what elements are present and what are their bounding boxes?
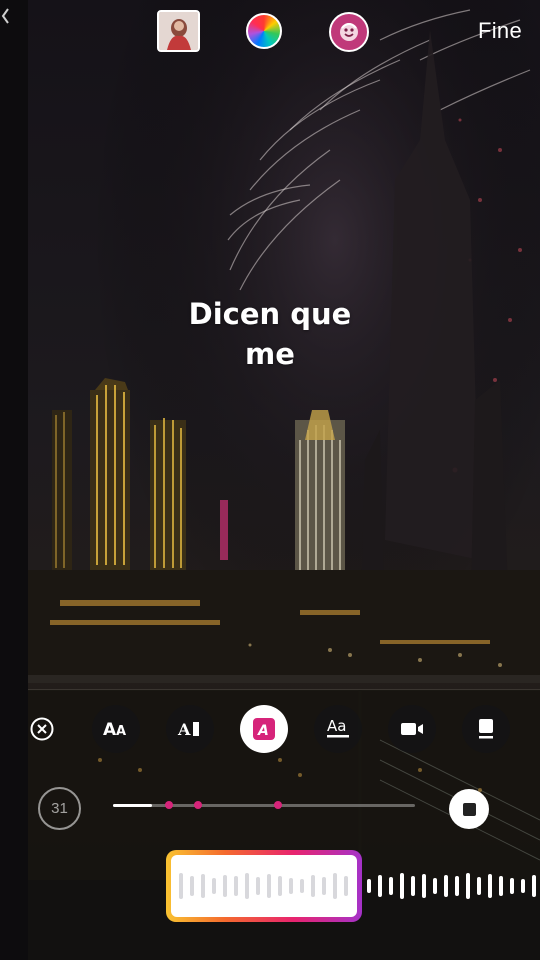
waveform-bar xyxy=(289,878,293,894)
lyric-marker xyxy=(274,801,282,809)
waveform-bar xyxy=(433,878,437,894)
album-cover-image xyxy=(159,12,198,50)
done-button[interactable]: Fine xyxy=(478,18,522,44)
text-style-italic-button[interactable]: A xyxy=(240,705,288,753)
waveform-bar xyxy=(510,878,514,894)
text-style-bold-cursor-icon: A xyxy=(177,720,199,739)
album-cover-thumbnail[interactable] xyxy=(157,10,200,52)
waveform-bar xyxy=(499,876,503,896)
lyrics-line-2: me xyxy=(245,337,295,371)
playback-track[interactable] xyxy=(113,801,415,809)
waveform-bar xyxy=(521,879,525,893)
text-style-underline-aa-icon: Aa xyxy=(327,717,349,738)
waveform-bar xyxy=(201,874,205,898)
waveform-bar xyxy=(190,876,194,896)
waveform-bar xyxy=(311,875,315,897)
stop-button[interactable] xyxy=(449,789,489,829)
svg-text:A: A xyxy=(177,720,191,739)
waveform-bar xyxy=(223,875,227,897)
svg-text:A: A xyxy=(116,724,126,739)
waveform-bar xyxy=(532,875,536,897)
card-icon xyxy=(479,719,493,739)
waveform-bar xyxy=(488,874,492,898)
text-style-italic-a-icon: A xyxy=(253,718,275,740)
waveform-bar xyxy=(367,879,371,893)
waveform-bar xyxy=(466,873,470,899)
stop-icon xyxy=(462,802,476,816)
sticker-face-icon[interactable] xyxy=(329,12,369,52)
video-style-button[interactable] xyxy=(388,705,436,753)
waveform-bar xyxy=(333,873,337,899)
video-camera-icon xyxy=(401,723,423,735)
back-chevron-icon[interactable] xyxy=(0,6,10,26)
close-icon xyxy=(30,717,54,741)
audio-scrubber[interactable] xyxy=(0,845,540,925)
svg-text:A: A xyxy=(257,723,269,739)
text-style-underline-button[interactable]: Aa xyxy=(314,705,362,753)
waveform-bar xyxy=(256,877,260,895)
playback-progress xyxy=(113,804,153,807)
waveform-bar xyxy=(344,876,348,896)
text-style-aa-button[interactable]: A A xyxy=(92,705,140,753)
face-icon xyxy=(340,23,358,41)
lyric-marker xyxy=(165,801,173,809)
waveform-bar xyxy=(234,876,238,896)
remove-button[interactable] xyxy=(18,705,66,753)
lyrics-timeline: 31 xyxy=(0,784,540,830)
waveform-bar xyxy=(300,879,304,893)
waveform-bar xyxy=(179,873,183,899)
waveform-bar xyxy=(477,877,481,895)
text-style-bold-button[interactable]: A xyxy=(166,705,214,753)
waveform-bar xyxy=(400,873,404,899)
waveform-bar xyxy=(455,876,459,896)
waveform-bar xyxy=(322,877,326,895)
text-style-aa-icon: A A xyxy=(103,720,126,739)
card-style-button[interactable] xyxy=(462,705,510,753)
selected-waveform xyxy=(179,873,348,899)
lyrics-style-toolbar: A A A A Aa xyxy=(0,705,540,753)
svg-text:A: A xyxy=(103,720,117,739)
color-wheel-icon[interactable] xyxy=(246,13,282,49)
lyrics-text[interactable]: Dicen que me xyxy=(0,294,540,374)
duration-badge[interactable]: 31 xyxy=(38,787,81,830)
waveform-bar xyxy=(278,876,282,896)
waveform-bar xyxy=(411,876,415,896)
lyrics-line-1: Dicen que xyxy=(188,297,352,331)
waveform-bar xyxy=(378,875,382,897)
top-bar: Fine xyxy=(0,0,540,64)
waveform-bar xyxy=(422,874,426,898)
waveform-bar xyxy=(212,878,216,894)
waveform-bar xyxy=(389,877,393,895)
clip-selection-window xyxy=(171,855,357,917)
svg-text:Aa: Aa xyxy=(327,717,346,735)
waveform-bar xyxy=(245,873,249,899)
clip-selection-handle[interactable] xyxy=(166,850,362,922)
waveform-bar xyxy=(267,874,271,898)
lyric-marker xyxy=(194,801,202,809)
waveform-bar xyxy=(444,875,448,897)
